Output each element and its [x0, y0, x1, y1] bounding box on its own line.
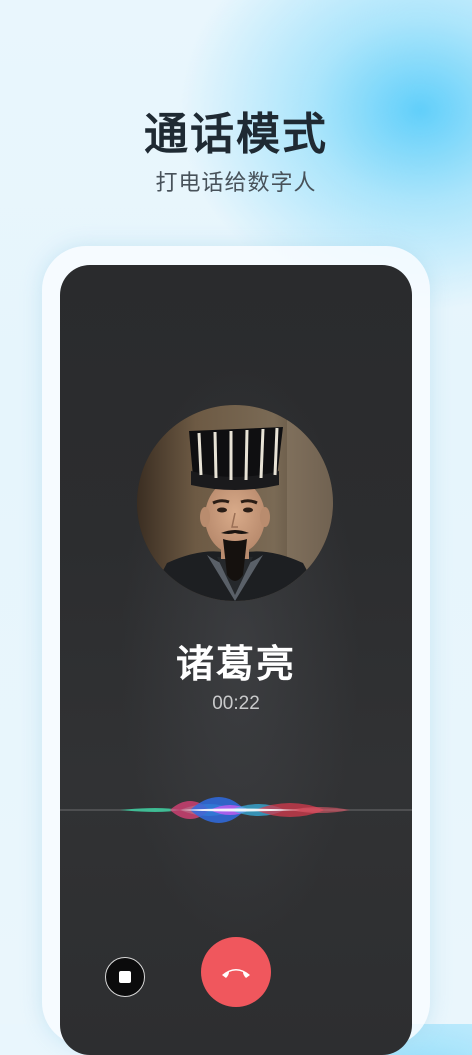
call-duration-timer: 00:22: [212, 693, 260, 714]
hangup-button[interactable]: [201, 937, 271, 1007]
phone-hangup-icon: [222, 969, 250, 978]
page-title: 通话模式: [144, 109, 328, 160]
zhuge-liang-portrait-icon: [137, 405, 333, 601]
stop-icon: [119, 971, 131, 983]
contact-avatar: [137, 405, 333, 601]
page-subtitle: 打电话给数字人: [155, 171, 317, 196]
stop-button[interactable]: [105, 957, 145, 997]
voice-waveform-icon: [60, 797, 412, 823]
call-screen: 诸葛亮 00:22: [60, 265, 412, 1055]
contact-name: 诸葛亮: [175, 642, 296, 686]
